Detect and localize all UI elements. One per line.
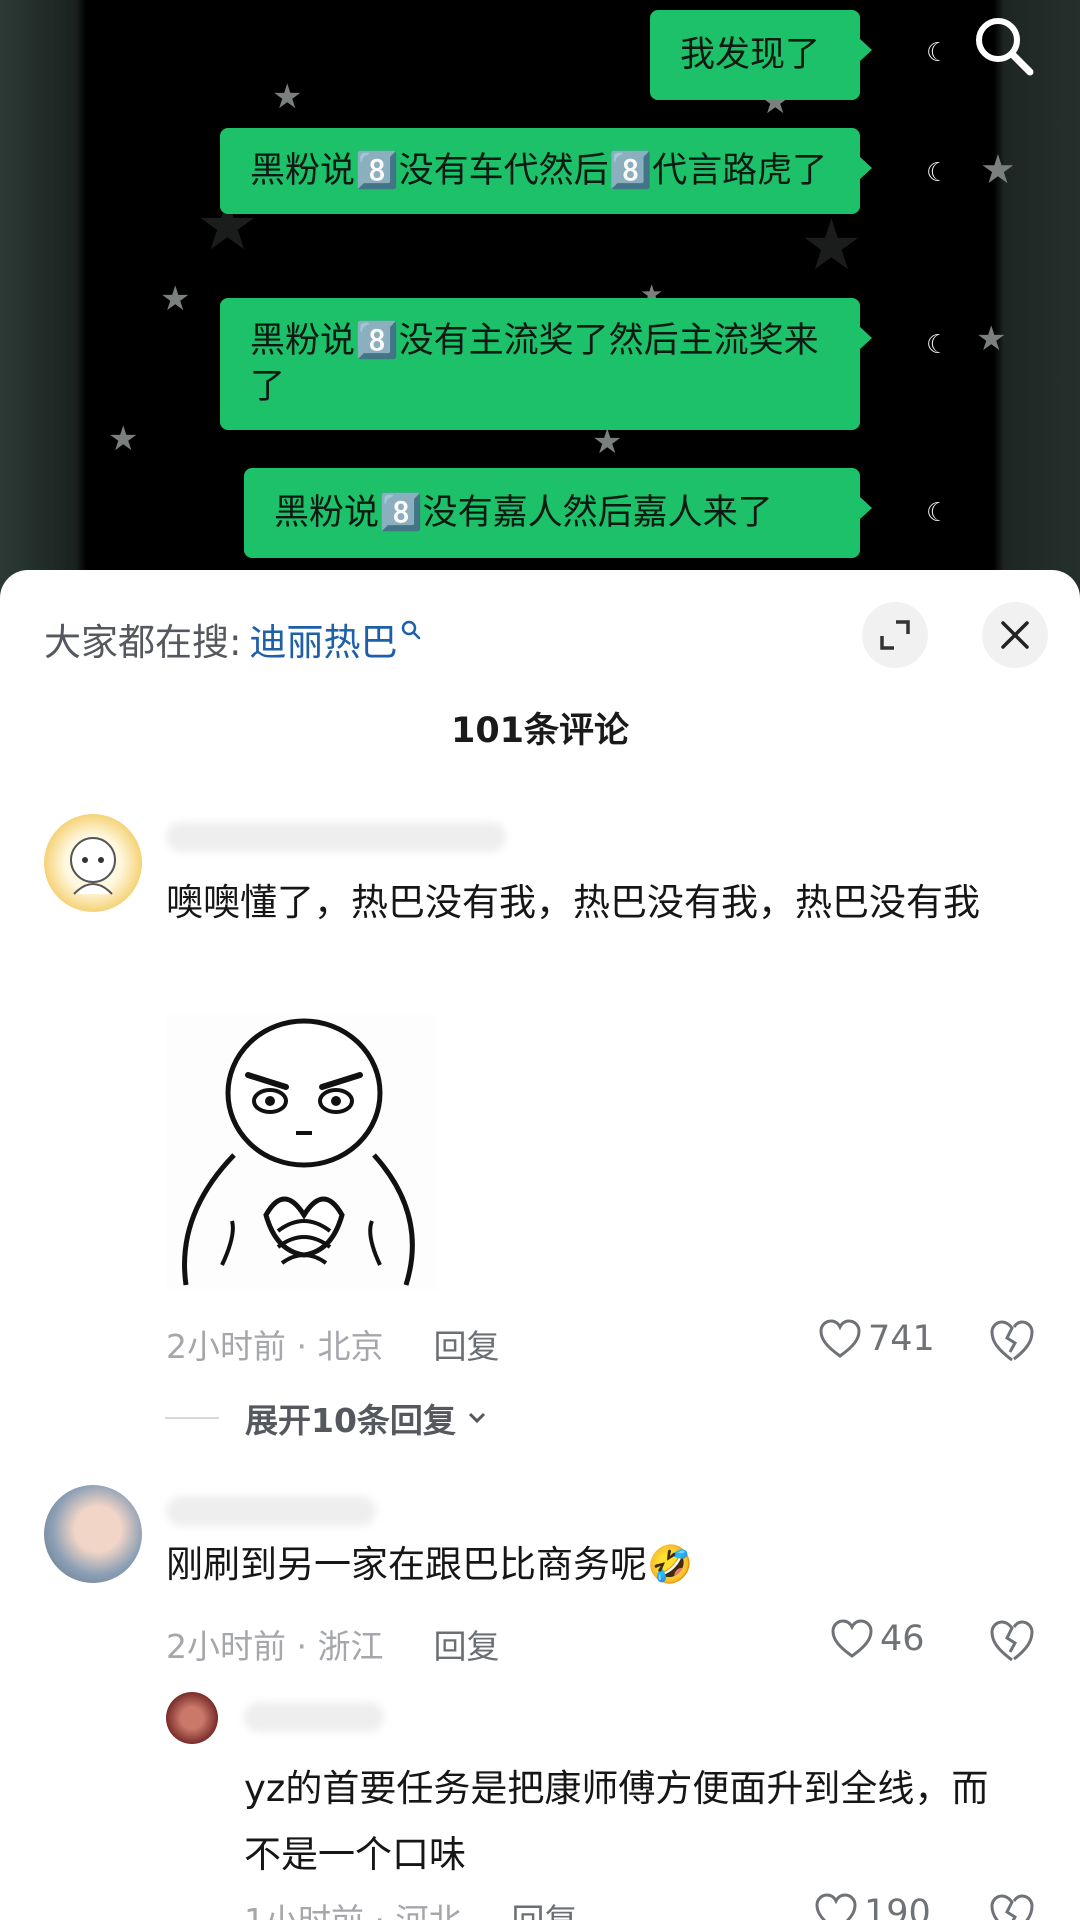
comment-sheet: 大家都在搜: 迪丽热巴 101条评论 噢噢懂了，热巴没有我，热巴没有我，热巴没有… [0, 570, 1080, 1920]
divider-line [165, 1417, 219, 1419]
reply-button[interactable]: 回复 [511, 1894, 577, 1920]
expand-replies-label: 展开10条回复 [245, 1401, 456, 1440]
heart-icon [819, 1319, 861, 1358]
moon-icon: ☾ [926, 498, 950, 528]
username-blurred[interactable] [166, 822, 506, 852]
comment-meta: 1小时前 · 河北 回复 [244, 1894, 577, 1920]
reply-button[interactable]: 回复 [433, 1320, 499, 1368]
broken-heart-icon [990, 1620, 1034, 1662]
broken-heart-icon [990, 1320, 1034, 1362]
username-blurred[interactable] [244, 1702, 384, 1732]
close-icon [1001, 621, 1029, 649]
avatar[interactable] [44, 814, 142, 912]
broken-heart-icon [990, 1894, 1034, 1920]
moon-icon: ☾ [926, 38, 950, 68]
comment-meta: 2小时前 · 浙江 回复 [166, 1620, 499, 1668]
star-decoration: ★ [272, 77, 303, 117]
avatar[interactable] [44, 1485, 142, 1583]
comment-meta: 2小时前 · 北京 回复 [166, 1320, 499, 1368]
avatar[interactable] [166, 1692, 218, 1744]
comment-text: 噢噢懂了，热巴没有我，热巴没有我，热巴没有我 [166, 881, 980, 924]
trending-search-keyword[interactable]: 迪丽热巴 [249, 612, 397, 666]
username-blurred[interactable] [166, 1496, 376, 1526]
comment-time-location: 2小时前 · 浙江 [166, 1627, 384, 1666]
reply-text: yz的首要任务是把康师傅方便面升到全线，而不是一个口味 [244, 1767, 989, 1876]
like-button[interactable]: 190 [814, 1892, 931, 1920]
dislike-button[interactable] [988, 1892, 1036, 1920]
reply-button[interactable]: 回复 [433, 1620, 499, 1668]
star-decoration: ★ [800, 204, 863, 286]
comment-time-location: 1小时前 · 河北 [244, 1894, 461, 1920]
like-count: 46 [880, 1619, 925, 1659]
star-decoration: ★ [980, 147, 1016, 193]
dislike-button[interactable] [988, 1318, 1036, 1366]
chat-bubble: 黑粉说8️⃣没有车代然后8️⃣代言路虎了 [220, 128, 872, 214]
like-button[interactable]: 46 [830, 1618, 925, 1660]
close-button[interactable] [982, 602, 1048, 668]
star-decoration: ★ [976, 319, 1007, 359]
chat-bubble: 黑粉说8️⃣没有主流奖了然后主流奖来了 [220, 298, 872, 430]
comment-sticker-image[interactable] [166, 1015, 436, 1290]
search-icon[interactable] [972, 14, 1036, 78]
chat-bubble: 我发现了 [650, 10, 872, 100]
dislike-button[interactable] [988, 1618, 1036, 1666]
star-decoration: ★ [160, 279, 191, 319]
fullscreen-button[interactable] [862, 602, 928, 668]
search-icon [401, 618, 421, 646]
comment-time-location: 2小时前 · 北京 [166, 1327, 384, 1366]
comment-count-title: 101条评论 [450, 711, 630, 751]
expand-replies-button[interactable]: 展开10条回复 [165, 1394, 490, 1442]
like-button[interactable]: 741 [818, 1318, 935, 1360]
moon-icon: ☾ [926, 330, 950, 360]
heart-icon [831, 1619, 873, 1658]
trending-search-label: 大家都在搜: [44, 621, 242, 664]
star-decoration: ★ [108, 419, 139, 459]
video-player[interactable]: ★ ★ ★ ★ ★ ★ ★ ★ ★ ★ ☾ ☾ ☾ ☾ 我发现了 黑粉说8️⃣没… [0, 0, 1080, 600]
like-count: 741 [868, 1319, 935, 1359]
star-decoration: ★ [592, 422, 623, 462]
fullscreen-icon [880, 620, 910, 650]
chat-bubble: 黑粉说8️⃣没有嘉人然后嘉人来了 [244, 468, 872, 558]
trending-search[interactable]: 大家都在搜: 迪丽热巴 [44, 612, 421, 666]
heart-icon [815, 1893, 857, 1920]
moon-icon: ☾ [926, 158, 950, 188]
comment-text: 刚刷到另一家在跟巴比商务呢🤣 [166, 1543, 694, 1586]
chevron-down-icon [468, 1412, 485, 1424]
like-count: 190 [864, 1893, 931, 1920]
